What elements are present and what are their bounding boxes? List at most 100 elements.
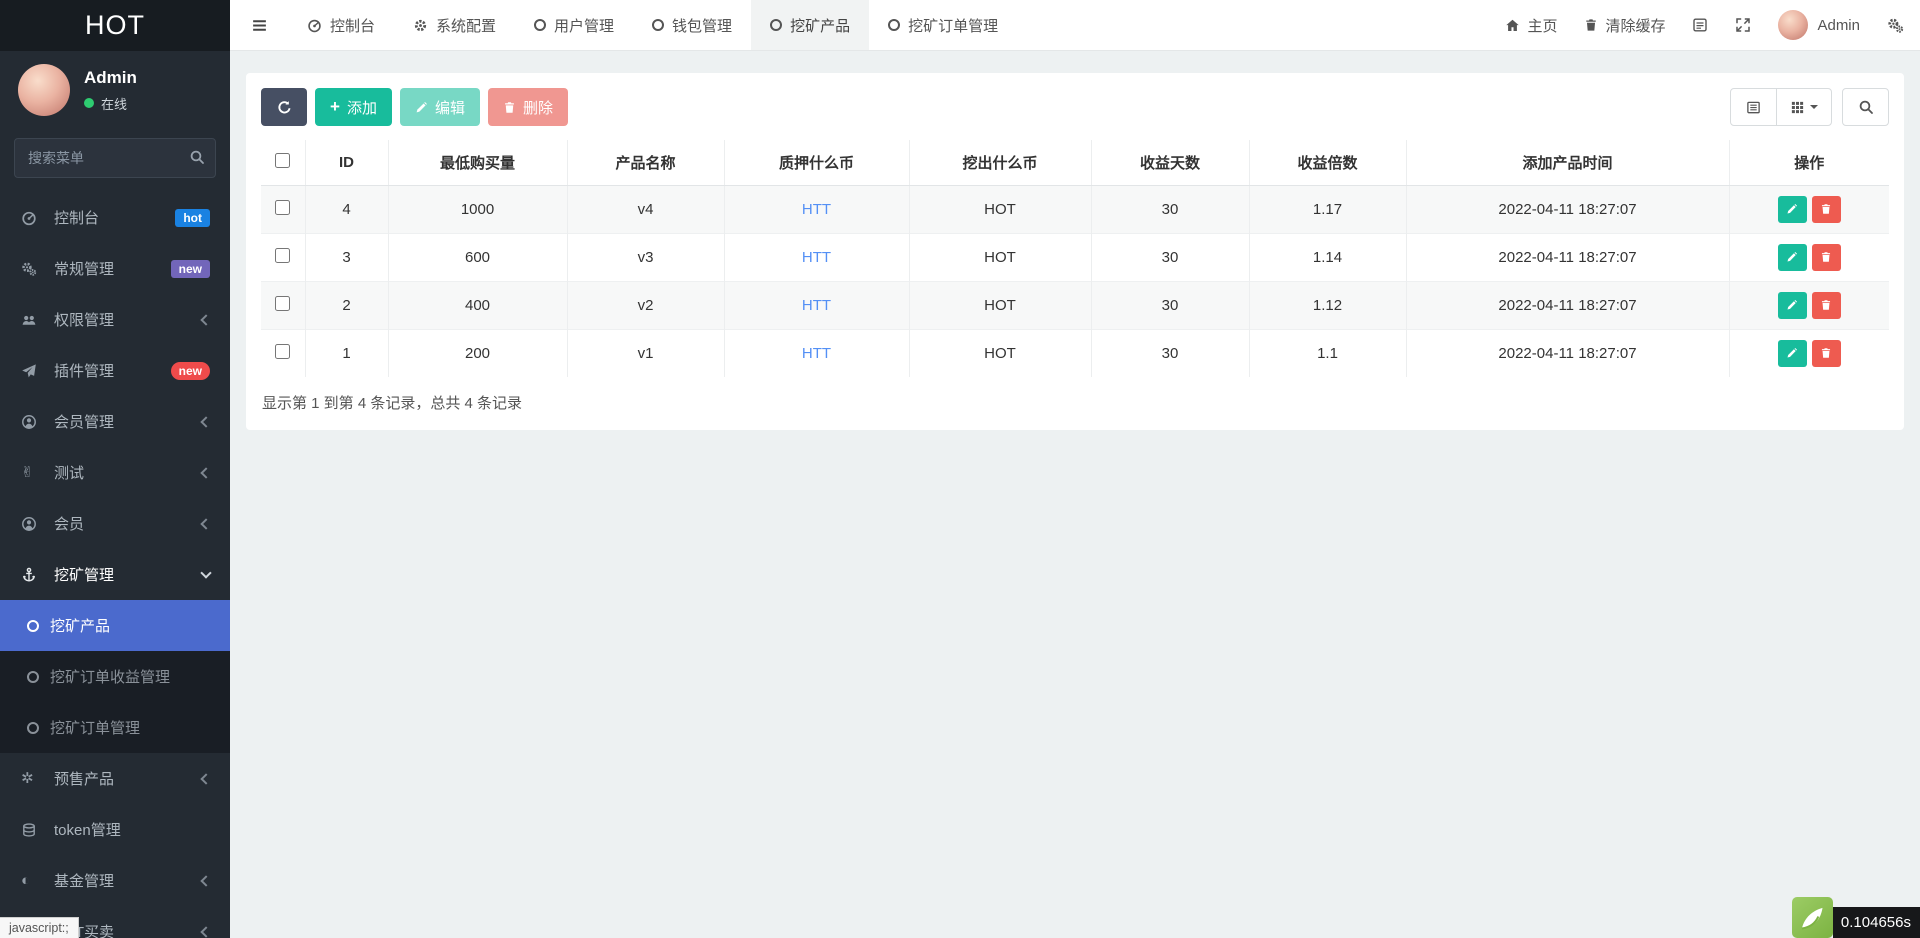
stake-coin-link[interactable]: HTT [802, 201, 831, 218]
sidebar-item-mining-order[interactable]: 挖矿订单管理 [0, 702, 230, 753]
thinkphp-leaf-icon [1792, 897, 1833, 938]
cell-ratio: 1.17 [1249, 185, 1406, 233]
circle-icon [27, 671, 39, 683]
sidebar-item-addon[interactable]: 插件管理 new [0, 345, 230, 396]
row-checkbox[interactable] [275, 296, 290, 311]
app-logo: HOT [0, 0, 230, 51]
home-link[interactable]: 主页 [1505, 15, 1557, 36]
content-area: 添加 编辑 删除 [230, 51, 1920, 938]
row-checkbox[interactable] [275, 344, 290, 359]
sidebar-item-auth[interactable]: 权限管理 [0, 294, 230, 345]
row-delete-button[interactable] [1812, 340, 1841, 367]
sidebar-item-presale[interactable]: ✲ 预售产品 [0, 753, 230, 804]
select-all-checkbox[interactable] [275, 153, 290, 168]
sidebar-item-console[interactable]: 控制台 hot [0, 192, 230, 243]
cogs-icon [1887, 17, 1904, 34]
sidebar-item-member-manage[interactable]: 会员管理 [0, 396, 230, 447]
add-button[interactable]: 添加 [315, 88, 392, 126]
circle-icon [652, 19, 664, 31]
dashboard-icon [307, 18, 322, 33]
fullscreen-button[interactable] [1735, 17, 1751, 33]
settings-button[interactable] [1887, 17, 1904, 34]
admin-app: HOT Admin 在线 控制台 hot 常规管理 [0, 0, 1920, 938]
menu-search-input[interactable] [14, 138, 216, 178]
menu-search [14, 138, 216, 178]
delete-button[interactable]: 删除 [488, 88, 568, 126]
chevron-left-icon [200, 773, 211, 784]
sidebar-item-general[interactable]: 常规管理 new [0, 243, 230, 294]
row-edit-button[interactable] [1778, 340, 1807, 367]
cell-id: 1 [305, 329, 388, 377]
row-checkbox[interactable] [275, 200, 290, 215]
refresh-icon [277, 100, 292, 115]
online-status-label: 在线 [101, 94, 127, 113]
stake-coin-link[interactable]: HTT [802, 345, 831, 362]
detail-view-button[interactable] [1730, 88, 1777, 126]
clear-cache-button[interactable]: 清除缓存 [1584, 15, 1665, 36]
sidebar-item-mining-order-income[interactable]: 挖矿订单收益管理 [0, 651, 230, 702]
cell-created: 2022-04-11 18:27:07 [1406, 185, 1729, 233]
tab-wallet-manage[interactable]: 钱包管理 [633, 0, 751, 50]
sidebar-item-member[interactable]: 会员 [0, 498, 230, 549]
sidebar-item-mining-product[interactable]: 挖矿产品 [0, 600, 230, 651]
coins-icon [21, 822, 47, 838]
dashboard-icon [21, 210, 47, 226]
circle-icon [27, 620, 39, 632]
row-edit-button[interactable] [1778, 196, 1807, 223]
col-id: ID [305, 140, 388, 185]
cell-created: 2022-04-11 18:27:07 [1406, 233, 1729, 281]
sidebar-toggle-button[interactable] [230, 0, 288, 50]
cell-min-buy: 600 [388, 233, 567, 281]
tab-user-manage[interactable]: 用户管理 [515, 0, 633, 50]
sidebar-menu: 控制台 hot 常规管理 new 权限管理 插件管理 new 会员管理 [0, 192, 230, 938]
mining-submenu: 挖矿产品 挖矿订单收益管理 挖矿订单管理 [0, 600, 230, 753]
row-delete-button[interactable] [1812, 244, 1841, 271]
pencil-icon [1786, 251, 1798, 263]
avatar [1778, 10, 1808, 40]
language-button[interactable] [1692, 17, 1708, 33]
search-icon [189, 149, 205, 165]
refresh-button[interactable] [261, 88, 307, 126]
debug-timer-badge[interactable]: 0.104656s [1792, 897, 1920, 938]
edit-button[interactable]: 编辑 [400, 88, 480, 126]
stake-coin-link[interactable]: HTT [802, 249, 831, 266]
cell-mine-coin: HOT [909, 281, 1091, 329]
products-table: ID 最低购买量 产品名称 质押什么币 挖出什么币 收益天数 收益倍数 添加产品… [261, 140, 1889, 377]
users-group-icon [21, 312, 47, 328]
search-icon [1858, 99, 1874, 115]
user-menu[interactable]: Admin [1778, 10, 1860, 40]
hand-peace-icon: ✌ [21, 465, 47, 480]
caret-down-icon [1810, 105, 1818, 109]
trash-icon [1820, 347, 1832, 359]
pencil-icon [1786, 347, 1798, 359]
row-edit-button[interactable] [1778, 292, 1807, 319]
columns-dropdown-button[interactable] [1776, 88, 1832, 126]
row-edit-button[interactable] [1778, 244, 1807, 271]
gear-icon [413, 18, 428, 33]
chevron-left-icon [200, 518, 211, 529]
tab-console[interactable]: 控制台 [288, 0, 394, 50]
circle-icon [888, 19, 900, 31]
table-row: 3 600 v3 HTT HOT 30 1.14 2022-04-11 18:2… [261, 233, 1889, 281]
chevron-left-icon [200, 875, 211, 886]
row-checkbox[interactable] [275, 248, 290, 263]
row-delete-button[interactable] [1812, 196, 1841, 223]
statusbar-link-hint: javascript:; [0, 917, 79, 938]
navbar-right: 主页 清除缓存 Admin [1505, 0, 1920, 50]
circle-icon [770, 19, 782, 31]
sidebar-item-token[interactable]: token管理 [0, 804, 230, 855]
tab-system-config[interactable]: 系统配置 [394, 0, 515, 50]
sidebar-item-test[interactable]: ✌ 测试 [0, 447, 230, 498]
cell-id: 2 [305, 281, 388, 329]
search-toggle-button[interactable] [1842, 88, 1889, 126]
top-navbar: 控制台 系统配置 用户管理 钱包管理 挖矿产品 [230, 0, 1920, 51]
sidebar-item-mining[interactable]: 挖矿管理 [0, 549, 230, 600]
stake-coin-link[interactable]: HTT [802, 297, 831, 314]
chevron-left-icon [200, 467, 211, 478]
row-delete-button[interactable] [1812, 292, 1841, 319]
grid-icon [1790, 100, 1805, 115]
pagination-summary: 显示第 1 到第 4 条记录，总共 4 条记录 [261, 377, 1889, 426]
tab-mining-order[interactable]: 挖矿订单管理 [869, 0, 1017, 50]
tab-mining-product[interactable]: 挖矿产品 [751, 0, 869, 50]
sidebar-item-fund[interactable]: ◐ 基金管理 [0, 855, 230, 906]
